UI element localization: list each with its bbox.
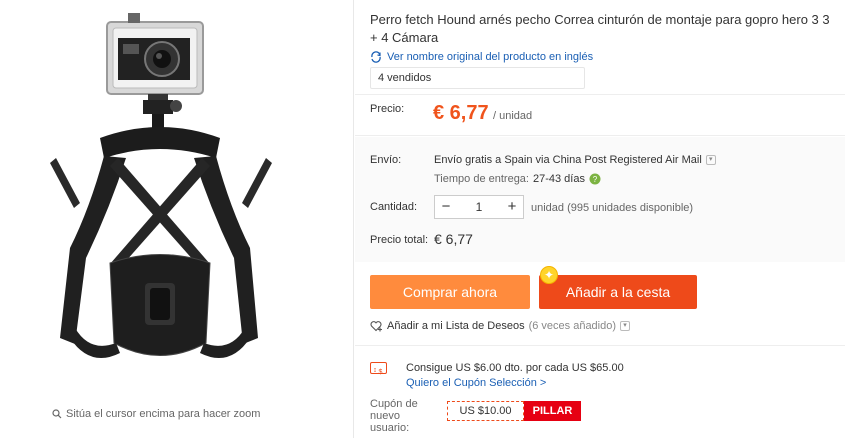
svg-text:?: ? bbox=[593, 175, 598, 184]
grab-coupon-button[interactable]: PILLAR bbox=[524, 401, 581, 421]
quantity-decrease-button[interactable]: − bbox=[435, 196, 457, 218]
quantity-stepper: − 1 + bbox=[434, 195, 524, 219]
shipping-label: Envío: bbox=[370, 154, 402, 166]
sold-count: 4 vendidos bbox=[370, 67, 585, 89]
product-image[interactable] bbox=[30, 8, 330, 398]
help-icon[interactable]: ? bbox=[589, 173, 601, 185]
total-price-label: Precio total: bbox=[370, 234, 429, 246]
translate-link[interactable]: Ver nombre original del producto en ingl… bbox=[370, 51, 593, 63]
coupon-icon: $ bbox=[370, 362, 387, 376]
new-user-coupon-value: US $10.00 bbox=[447, 401, 524, 421]
translate-icon bbox=[371, 51, 381, 63]
coupon-offer-text: Consigue US $6.00 dto. por cada US $65.0… bbox=[406, 362, 624, 374]
chevron-down-icon[interactable]: ▾ bbox=[620, 321, 631, 331]
price-unit: / unidad bbox=[493, 110, 533, 122]
magnifier-icon bbox=[52, 409, 62, 419]
coupon-selection-link[interactable]: Quiero el Cupón Selección > bbox=[406, 377, 546, 389]
svg-text:$: $ bbox=[379, 369, 383, 376]
heart-plus-icon bbox=[370, 321, 382, 332]
quantity-increase-button[interactable]: + bbox=[501, 196, 523, 218]
translate-link-text[interactable]: Ver nombre original del producto en ingl… bbox=[387, 51, 593, 63]
delivery-label: Tiempo de entrega: bbox=[434, 173, 529, 185]
product-gallery: Sitúa el cursor encima para hacer zoom bbox=[0, 0, 354, 438]
wishlist-link[interactable]: Añadir a mi Lista de Deseos (6 veces aña… bbox=[370, 320, 631, 332]
shipping-method[interactable]: Envío gratis a Spain via China Post Regi… bbox=[434, 154, 716, 166]
add-to-cart-button[interactable]: Añadir a la cesta bbox=[539, 275, 697, 309]
sparkle-icon: ✦ bbox=[540, 266, 558, 284]
product-title: Perro fetch Hound arnés pecho Correa cin… bbox=[370, 12, 830, 45]
new-user-coupon-label: Cupón de nuevo usuario: bbox=[370, 398, 418, 434]
purchase-options: Envío: Envío gratis a Spain via China Po… bbox=[355, 137, 845, 262]
price-label: Precio: bbox=[370, 103, 405, 115]
wishlist-text[interactable]: Añadir a mi Lista de Deseos bbox=[387, 320, 525, 332]
coupon-section: $ Consigue US $6.00 dto. por cada US $65… bbox=[355, 345, 845, 438]
buy-now-button[interactable]: Comprar ahora bbox=[370, 275, 530, 309]
wishlist-count: (6 veces añadido) bbox=[528, 320, 617, 332]
zoom-hint: Sitúa el cursor encima para hacer zoom bbox=[52, 408, 260, 420]
total-price-value: € 6,77 bbox=[434, 231, 473, 247]
price-section: Precio: € 6,77 / unidad bbox=[355, 94, 845, 136]
shipping-text: Envío gratis a Spain via China Post Regi… bbox=[434, 154, 702, 166]
delivery-value: 27-43 días bbox=[532, 173, 585, 185]
product-info: Perro fetch Hound arnés pecho Correa cin… bbox=[355, 0, 845, 438]
quantity-label: Cantidad: bbox=[370, 201, 418, 213]
chevron-down-icon[interactable]: ▾ bbox=[705, 155, 716, 165]
quantity-availability: unidad (995 unidades disponible) bbox=[531, 202, 694, 214]
quantity-input[interactable]: 1 bbox=[457, 196, 501, 218]
price-value: € 6,77 bbox=[433, 102, 489, 124]
delivery-time: Tiempo de entrega: 27-43 días ? bbox=[434, 173, 601, 185]
zoom-hint-text: Sitúa el cursor encima para hacer zoom bbox=[66, 408, 261, 420]
